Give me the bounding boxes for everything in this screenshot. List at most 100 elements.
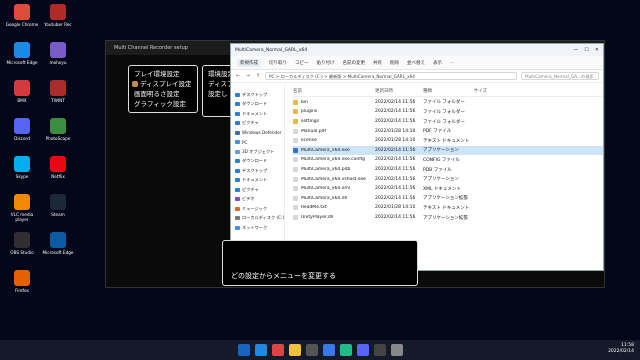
maximize-icon[interactable]: ☐ (584, 47, 588, 53)
menu-item-graphics[interactable]: グラフィック設定 (134, 99, 192, 109)
nav-item[interactable]: デスクトップ (231, 166, 284, 176)
nav-item[interactable]: ダウンロード (231, 157, 284, 167)
desktop-icon[interactable]: Steam (40, 194, 76, 232)
file-row[interactable]: settings 2022/02/14 11:56 ファイル フォルダー (293, 117, 603, 127)
file-row[interactable]: ReadMe.txt 2022/01/28 14:10 テキスト ドキュメント (293, 203, 603, 213)
desktop-icon[interactable]: Microsoft Edge (4, 42, 40, 80)
taskbar-app-icon[interactable] (254, 344, 267, 356)
menu-item-display[interactable]: ディスプレイ設定 (132, 79, 192, 89)
address-bar[interactable]: PC > ローカルディスク (C:) > 最新版 > MultiCamera_N… (265, 72, 517, 80)
column-date[interactable]: 更新日時 (375, 88, 423, 94)
column-size[interactable]: サイズ (463, 88, 487, 94)
folder-icon (293, 119, 298, 125)
file-row[interactable]: UnityPlayer.dll 2022/02/14 11:56 アプリケーション拡… (293, 213, 603, 223)
copy-button[interactable]: コピー (295, 60, 309, 66)
nav-item[interactable]: ピクチャ (231, 119, 284, 129)
rename-button[interactable]: 名前の変更 (343, 60, 366, 66)
taskbar-app-icon[interactable] (356, 344, 369, 356)
file-row[interactable]: MultiCamera_x64.vshost.exe 2022/02/14 11:… (293, 174, 603, 184)
desktop-icon[interactable]: Skype (4, 156, 40, 194)
taskbar-app-icon[interactable] (322, 344, 335, 356)
nav-item[interactable]: ローカルディスク (C:) (231, 214, 284, 224)
file-row[interactable]: MultiCamera_x64.pdb 2022/02/14 11:56 PDB フ… (293, 165, 603, 175)
nav-item[interactable]: デスクトップ (231, 90, 284, 100)
desktop-icon[interactable]: VLC media player (4, 194, 40, 232)
file-type: テキスト ドキュメント (423, 205, 470, 211)
file-row[interactable]: Manual.pdf 2022/01/28 14:10 PDF ファイル (293, 126, 603, 136)
file-row[interactable]: MultiCamera_x64.exe 2022/02/14 11:56 アプリケー… (293, 145, 603, 156)
file-row[interactable]: plugins 2022/02/14 11:56 ファイル フォルダー (293, 107, 603, 117)
file-row[interactable]: license 2022/01/28 14:10 テキスト ドキュメント (293, 136, 603, 146)
column-type[interactable]: 種類 (423, 88, 463, 94)
menu-item-play-env[interactable]: プレイ環境設定 (134, 69, 192, 79)
minimize-icon[interactable]: — (573, 47, 578, 53)
menu-item-brightness[interactable]: 画面明るさ設定 (134, 89, 192, 99)
nav-item[interactable]: ダウンロード (231, 100, 284, 110)
folder-icon (293, 109, 298, 115)
desktop-icon[interactable]: Microsoft Edge (40, 232, 76, 270)
share-button[interactable]: 共有 (373, 60, 382, 66)
file-row[interactable]: bin 2022/02/14 11:56 ファイル フォルダー (293, 98, 603, 108)
nav-item[interactable]: ピクチャ (231, 185, 284, 195)
nav-item[interactable]: ネットワーク (231, 223, 284, 233)
file-type: テキスト ドキュメント (423, 138, 470, 144)
cut-button[interactable]: 切り取り (269, 60, 287, 66)
file-type: アプリケーション拡張 (423, 215, 468, 221)
file-type: アプリケーション (423, 148, 459, 154)
app-icon (14, 156, 30, 172)
folder-icon (235, 111, 240, 116)
nav-item[interactable]: ビデオ (231, 195, 284, 205)
desktop-icon[interactable]: OBS Studio (4, 232, 40, 270)
desktop-icon[interactable]: mohoyu (40, 42, 76, 80)
new-button[interactable]: 新規作成 (237, 58, 261, 67)
file-row[interactable]: MultiCamera_x64.exe.config 2022/02/14 11:… (293, 155, 603, 165)
desktop-icon[interactable]: BMX (4, 80, 40, 118)
file-date: 2022/01/28 14:10 (375, 128, 416, 134)
more-button[interactable]: ... (450, 60, 454, 65)
nav-item-label: ダウンロード (242, 101, 268, 107)
folder-icon (235, 102, 240, 107)
taskbar-app-icon[interactable] (373, 344, 386, 356)
file-date: 2022/02/14 11:56 (375, 109, 416, 115)
file-icon (293, 138, 298, 144)
desktop-icon[interactable]: Netflix (40, 156, 76, 194)
view-button[interactable]: 表示 (433, 60, 442, 66)
taskbar-app-icon[interactable] (305, 344, 318, 356)
column-name[interactable]: 名前 (293, 88, 375, 94)
nav-item[interactable]: ドキュメント (231, 176, 284, 186)
paste-button[interactable]: 貼り付け (317, 60, 335, 66)
taskbar-app-icon[interactable] (271, 344, 284, 356)
nav-item[interactable]: ミュージック (231, 204, 284, 214)
file-row[interactable]: MultiCamera_x64.dll 2022/02/14 11:56 アプリケー… (293, 194, 603, 204)
nav-item[interactable]: 3D オブジェクト (231, 147, 284, 157)
desktop-icon-label: VLC media player (10, 212, 34, 222)
nav-item[interactable]: PC (231, 138, 284, 148)
sort-button[interactable]: 並べ替え (407, 60, 425, 66)
desktop-icon[interactable]: Firefox (4, 270, 40, 308)
file-name: MultiCamera_x64.xml (301, 186, 351, 192)
start-icon[interactable] (237, 344, 250, 356)
desktop-icon[interactable]: Youtuber Rec (40, 4, 76, 42)
desktop-icon[interactable]: Discord (4, 118, 40, 156)
desktop-icon-label: Skype (15, 174, 29, 179)
taskbar-app-icon[interactable] (339, 344, 352, 356)
file-explorer-window[interactable]: MultiCamera_Normal_GARL_x64 — ☐ ✕ 新規作成 切… (230, 43, 604, 271)
nav-item[interactable]: ドキュメント (231, 109, 284, 119)
up-icon[interactable]: ↑ (255, 73, 261, 79)
file-name: MultiCamera_x64.exe (301, 147, 350, 153)
desktop-icon-label: Discord (14, 136, 30, 141)
desktop-icon[interactable]: PhotoScape (40, 118, 76, 156)
file-row[interactable]: MultiCamera_x64.xml 2022/02/14 11:56 XML ド… (293, 184, 603, 194)
search-input[interactable]: MultiCamera_Normal_GA...の検索 (521, 72, 599, 80)
taskbar-app-icon[interactable] (288, 344, 301, 356)
desktop-icon-label: Steam (51, 212, 65, 217)
taskbar-app-icon[interactable] (390, 344, 403, 356)
desc-line-1: 環境設定を (208, 70, 233, 78)
delete-button[interactable]: 削除 (390, 60, 399, 66)
forward-icon[interactable]: → (245, 73, 251, 79)
desktop-icon[interactable]: Google Chrome (4, 4, 40, 42)
nav-item[interactable]: Windows Defender (231, 128, 284, 138)
back-icon[interactable]: ← (235, 73, 241, 79)
close-icon[interactable]: ✕ (595, 47, 599, 53)
desktop-icon[interactable]: TWINT (40, 80, 76, 118)
